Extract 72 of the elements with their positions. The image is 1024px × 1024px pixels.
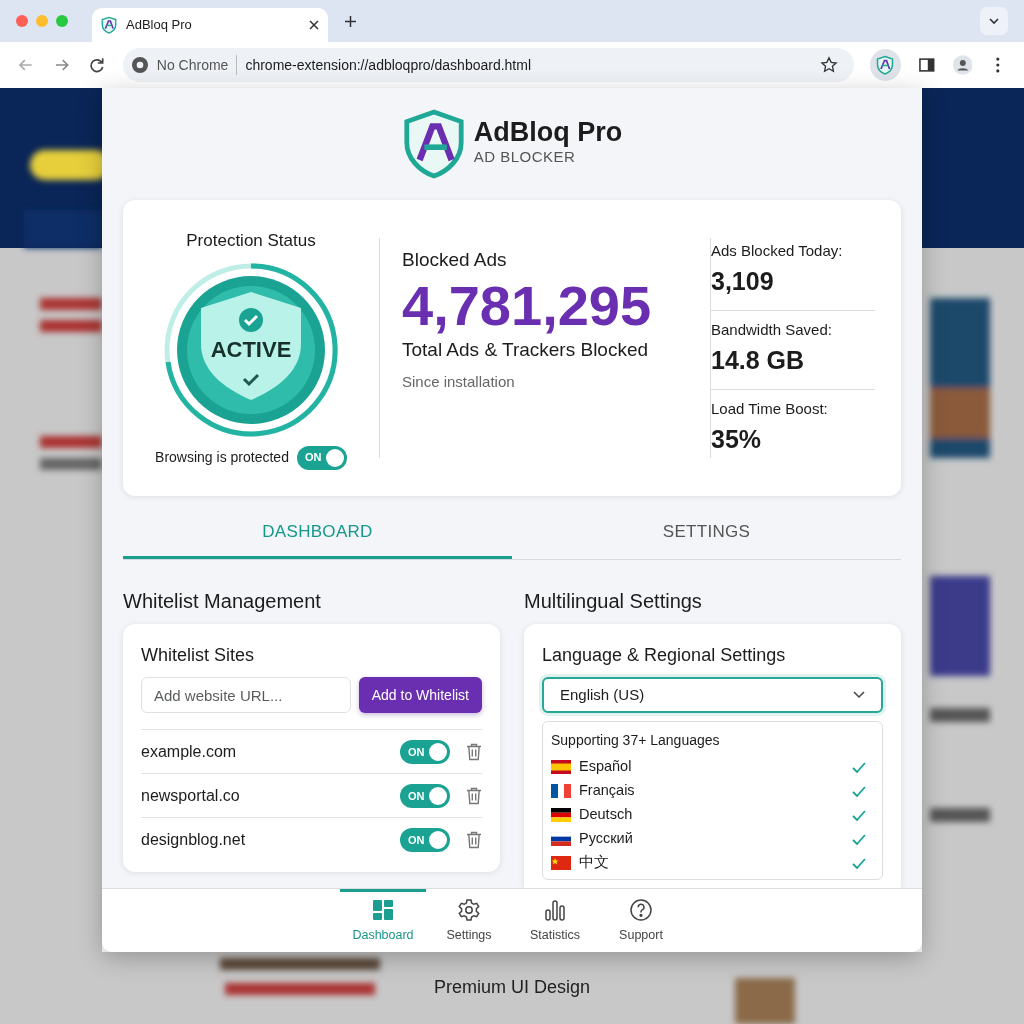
trash-icon[interactable] xyxy=(466,830,482,849)
url-input-field[interactable]: Add website URL... xyxy=(141,677,351,714)
trash-icon[interactable] xyxy=(466,742,482,761)
stat-label: Load Time Boost: xyxy=(711,399,829,419)
site-info-icon xyxy=(130,56,149,74)
address-bar[interactable]: No Chrome chrome-extension://adbloqpro/dashboard.html xyxy=(122,48,854,82)
caption-text: Premium UI Design xyxy=(432,976,591,999)
bar-chart-icon xyxy=(543,898,567,923)
tab-title: AdBloq Pro xyxy=(126,16,192,35)
add-to-whitelist-button[interactable]: Add to Whitelist xyxy=(358,677,482,714)
card-title: Language & Regional Settings xyxy=(542,644,787,668)
chevron-down-icon xyxy=(853,691,865,700)
nav-item[interactable]: Statistics xyxy=(512,889,598,952)
language-option[interactable]: Русский xyxy=(551,827,874,852)
blocked-count: 4,781,295 xyxy=(402,274,653,337)
brand-name: AdBloq Pro xyxy=(473,119,623,147)
site-domain: designblog.net xyxy=(141,829,246,850)
card-title: Whitelist Sites xyxy=(141,644,256,668)
stat-note: Since installation xyxy=(402,371,516,392)
site-domain: example.com xyxy=(141,741,237,762)
help-icon xyxy=(629,898,653,923)
nav-item[interactable]: Support xyxy=(598,889,684,952)
status-text: ACTIVE xyxy=(210,336,292,364)
language-option[interactable]: Español xyxy=(551,755,874,780)
stat-label: Ads Blocked Today: xyxy=(711,241,844,261)
check-icon xyxy=(852,858,866,871)
close-window-button[interactable] xyxy=(16,15,28,27)
nav-item[interactable]: Dashboard xyxy=(340,889,426,952)
brand-subtitle: AD BLOCKER xyxy=(473,147,577,168)
flag-icon xyxy=(551,808,571,823)
flag-icon xyxy=(551,784,571,799)
trash-icon[interactable] xyxy=(466,786,482,805)
list-header: Supporting 37+ Languages xyxy=(551,731,721,751)
flag-icon xyxy=(551,760,571,775)
flag-icon xyxy=(551,832,571,847)
dashboard-icon xyxy=(371,898,395,923)
language-select[interactable]: English (US) xyxy=(542,677,883,714)
url-text: chrome-extension://adbloqpro/dashboard.html xyxy=(245,55,532,75)
check-icon xyxy=(852,786,866,799)
stat-title: Blocked Ads xyxy=(402,248,508,272)
check-icon xyxy=(852,810,866,823)
section-heading: Whitelist Management xyxy=(123,589,322,615)
nav-item[interactable]: Settings xyxy=(426,889,512,952)
new-tab-icon[interactable] xyxy=(344,15,357,28)
stat-label: Bandwidth Saved: xyxy=(711,320,833,340)
flag-icon xyxy=(551,856,571,871)
check-icon xyxy=(852,834,866,847)
logo-icon xyxy=(401,107,466,181)
bookmark-star-icon[interactable] xyxy=(819,56,838,74)
profile-icon[interactable] xyxy=(952,55,973,75)
tab-list-button[interactable] xyxy=(980,7,1008,35)
toggle-label: Browsing is protected xyxy=(155,448,289,467)
security-label: No Chrome xyxy=(156,55,229,75)
site-domain: newsportal.co xyxy=(141,785,240,806)
language-option[interactable]: Français xyxy=(551,779,874,804)
extension-icon[interactable] xyxy=(875,55,896,75)
language-option[interactable]: 中文 xyxy=(551,851,874,876)
favicon-icon xyxy=(100,16,118,34)
stat-value: 3,109 xyxy=(711,265,775,297)
browser-tab[interactable]: AdBloq Pro xyxy=(92,8,328,42)
side-panel-icon[interactable] xyxy=(917,55,937,75)
tab[interactable]: SETTINGS xyxy=(512,509,901,560)
reload-icon[interactable] xyxy=(87,55,107,75)
close-icon[interactable] xyxy=(308,19,320,31)
language-option[interactable]: Deutsch xyxy=(551,803,874,828)
section-heading: Multilingual Settings xyxy=(524,589,703,615)
stat-caption: Total Ads & Trackers Blocked xyxy=(402,338,650,363)
check-icon xyxy=(852,762,866,775)
stat-value: 35% xyxy=(711,423,763,455)
section-title: Protection Status xyxy=(186,230,316,252)
settings-icon xyxy=(457,898,481,923)
stat-value: 14.8 GB xyxy=(711,344,806,376)
